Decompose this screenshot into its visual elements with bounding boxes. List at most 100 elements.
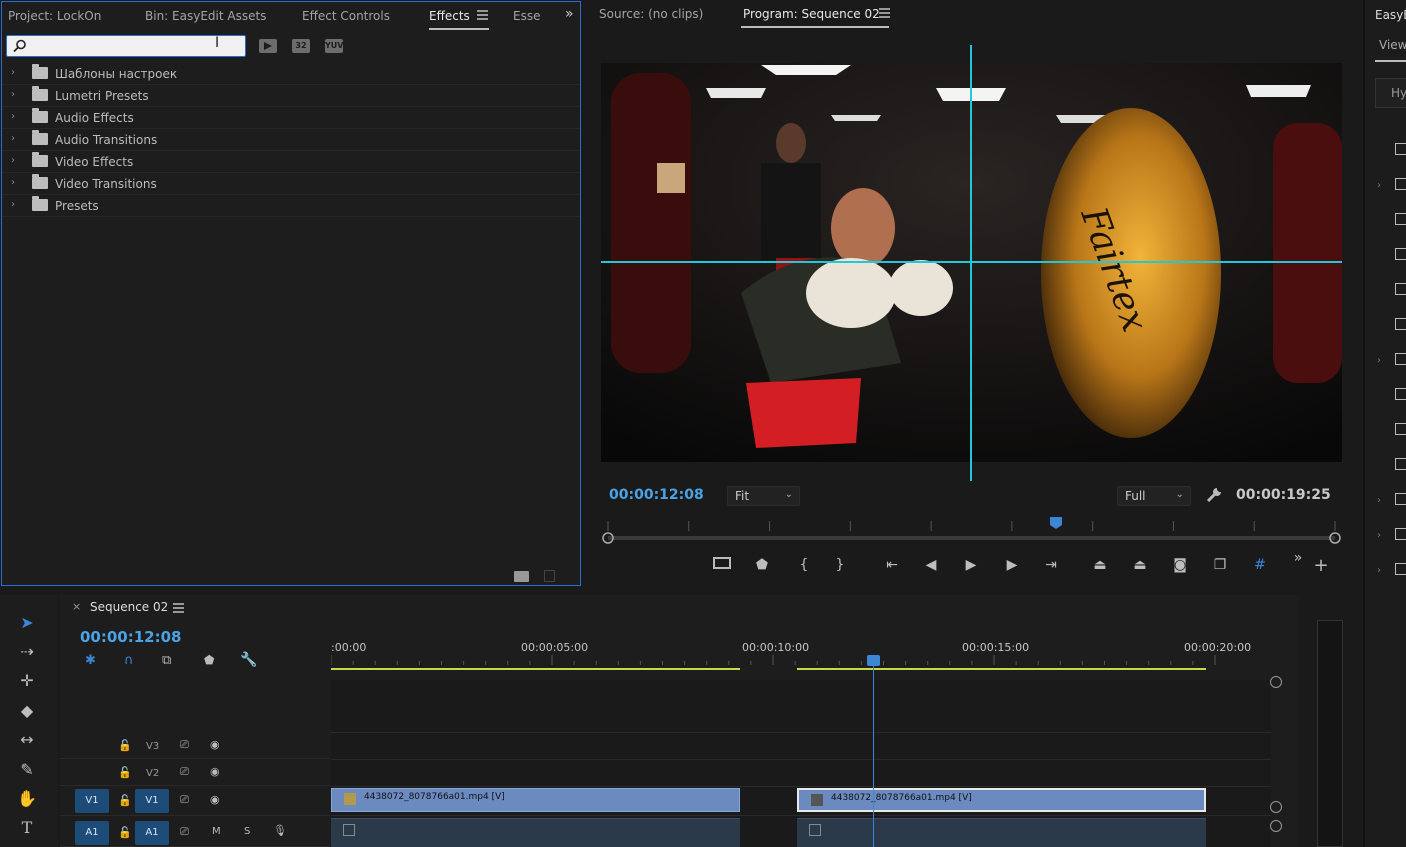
export-frame-button[interactable]: ◙	[1170, 555, 1190, 575]
close-icon[interactable]: ×	[72, 600, 81, 613]
sequence-tab[interactable]: Sequence 02	[90, 600, 168, 614]
folder-icon[interactable]	[1395, 423, 1406, 435]
audio-clip[interactable]	[797, 818, 1206, 847]
folder-icon[interactable]	[1395, 143, 1406, 155]
tree-item-presets-ru[interactable]: › Шаблоны настроек	[2, 63, 580, 85]
timeline-ruler[interactable]	[331, 655, 1271, 675]
extract-button[interactable]: ⏏	[1130, 555, 1150, 575]
accelerated-effects-button[interactable]	[259, 39, 277, 53]
step-back-button[interactable]: ◀	[921, 555, 941, 575]
hand-tool[interactable]: ✋	[14, 788, 40, 810]
chevron-right-icon[interactable]: ›	[1377, 565, 1381, 576]
panel-menu-icon[interactable]	[879, 8, 890, 18]
tab-source[interactable]: Source: (no clips)	[599, 7, 703, 21]
add-marker-button[interactable]: ⬟	[752, 555, 772, 575]
track-target-a1[interactable]: A1	[135, 821, 169, 845]
folder-icon[interactable]	[1395, 178, 1406, 190]
program-playhead[interactable]	[1050, 517, 1062, 529]
tab-effect-controls[interactable]: Effect Controls	[302, 9, 390, 23]
pen-tool[interactable]: ✎	[14, 759, 40, 781]
lock-icon[interactable]: 🔓	[118, 739, 132, 752]
selection-tool[interactable]: ➤	[14, 612, 40, 634]
track-select-tool[interactable]: ⇢	[14, 641, 40, 663]
folder-icon[interactable]	[1395, 493, 1406, 505]
chevron-right-icon[interactable]: ›	[1377, 180, 1381, 191]
mark-in-button[interactable]: {	[794, 555, 814, 575]
more-tabs-icon[interactable]: »	[565, 6, 574, 22]
lift-button[interactable]: ⏏	[1090, 555, 1110, 575]
chevron-right-icon[interactable]: ›	[11, 111, 15, 122]
tree-item-presets[interactable]: › Presets	[2, 195, 580, 217]
scroll-handle[interactable]	[1270, 676, 1282, 688]
tab-project[interactable]: Project: LockOn	[8, 9, 101, 23]
play-button[interactable]: ▶	[961, 555, 981, 575]
snap-icon[interactable]: ∩	[124, 653, 134, 668]
mark-out-button[interactable]: }	[830, 555, 850, 575]
chevron-right-icon[interactable]: ›	[1377, 530, 1381, 541]
track-target-v1[interactable]: V1	[135, 789, 169, 813]
program-scrubber[interactable]	[600, 515, 1345, 545]
nest-icon[interactable]: ✱	[85, 653, 96, 668]
folder-icon[interactable]	[1395, 248, 1406, 260]
effects-search-box[interactable]	[6, 35, 246, 57]
32bit-effects-button[interactable]: 32	[292, 39, 310, 53]
video-preview[interactable]: Fairtex	[601, 63, 1342, 462]
tab-bin[interactable]: Bin: EasyEdit Assets	[145, 9, 266, 23]
lock-icon[interactable]: 🔓	[118, 794, 132, 807]
tab-essential[interactable]: Esse	[513, 9, 540, 23]
type-tool[interactable]: T	[14, 817, 40, 839]
tree-item-audio-transitions[interactable]: › Audio Transitions	[2, 129, 580, 151]
right-panel-field[interactable]: Hy	[1375, 78, 1406, 108]
folder-icon[interactable]	[1395, 283, 1406, 295]
chevron-right-icon[interactable]: ›	[11, 89, 15, 100]
timeline-playhead[interactable]	[867, 655, 880, 666]
chevron-right-icon[interactable]: ›	[11, 177, 15, 188]
search-input[interactable]	[37, 38, 237, 54]
microphone-icon[interactable]: 🎙	[273, 824, 287, 837]
chevron-right-icon[interactable]: ›	[11, 155, 15, 166]
comparison-view-button[interactable]: ❐	[1210, 555, 1230, 575]
vertical-guide[interactable]	[970, 63, 972, 462]
resolution-dropdown[interactable]: Full ⌄	[1117, 486, 1191, 506]
go-to-out-button[interactable]: ⇥	[1041, 555, 1061, 575]
tab-program[interactable]: Program: Sequence 02	[743, 7, 880, 21]
lock-icon[interactable]: 🔓	[118, 826, 132, 839]
wrench-icon[interactable]: 🔧	[240, 652, 257, 668]
folder-icon[interactable]	[1395, 353, 1406, 365]
chevron-right-icon[interactable]: ›	[11, 199, 15, 210]
tree-item-audio-effects[interactable]: › Audio Effects	[2, 107, 580, 129]
tree-item-video-transitions[interactable]: › Video Transitions	[2, 173, 580, 195]
button-editor-icon[interactable]: +	[1311, 556, 1331, 576]
mute-button[interactable]: M	[212, 826, 221, 837]
add-marker-icon[interactable]: ⬟	[204, 653, 214, 667]
audio-clip[interactable]	[331, 818, 740, 847]
tree-item-lumetri-presets[interactable]: › Lumetri Presets	[2, 85, 580, 107]
scroll-handle[interactable]	[1270, 801, 1282, 813]
zoom-dropdown[interactable]: Fit ⌄	[727, 486, 800, 506]
folder-icon[interactable]	[1395, 458, 1406, 470]
sync-lock-icon[interactable]: ⎚	[180, 738, 189, 752]
folder-icon[interactable]	[1395, 213, 1406, 225]
right-panel-tab[interactable]: View	[1379, 38, 1406, 52]
sync-lock-icon[interactable]: ⎚	[180, 793, 189, 807]
sync-lock-icon[interactable]: ⎚	[180, 825, 189, 839]
folder-icon[interactable]	[1395, 318, 1406, 330]
video-clip-selected[interactable]: 4438072_8078766a01.mp4 [V]	[797, 788, 1206, 812]
timeline-timecode[interactable]: 00:00:12:08	[80, 628, 182, 646]
ripple-edit-tool[interactable]: ✛	[14, 670, 40, 692]
go-to-in-button[interactable]: ⇤	[882, 555, 902, 575]
source-patch-a1[interactable]: A1	[75, 821, 109, 845]
eye-icon[interactable]: ◉	[210, 738, 220, 751]
solo-button[interactable]: S	[244, 826, 250, 837]
folder-icon[interactable]	[1395, 388, 1406, 400]
eye-icon[interactable]: ◉	[210, 793, 220, 806]
lock-icon[interactable]: 🔓	[118, 766, 132, 779]
sync-lock-icon[interactable]: ⎚	[180, 765, 189, 779]
guides-toggle-button[interactable]: #	[1250, 555, 1270, 575]
chevron-right-icon[interactable]: ›	[1377, 495, 1381, 506]
video-clip[interactable]: 4438072_8078766a01.mp4 [V]	[331, 788, 740, 812]
panel-menu-icon[interactable]	[477, 10, 488, 20]
chevron-right-icon[interactable]: ›	[11, 133, 15, 144]
eye-icon[interactable]: ◉	[210, 765, 220, 778]
panel-menu-icon[interactable]	[173, 603, 184, 613]
